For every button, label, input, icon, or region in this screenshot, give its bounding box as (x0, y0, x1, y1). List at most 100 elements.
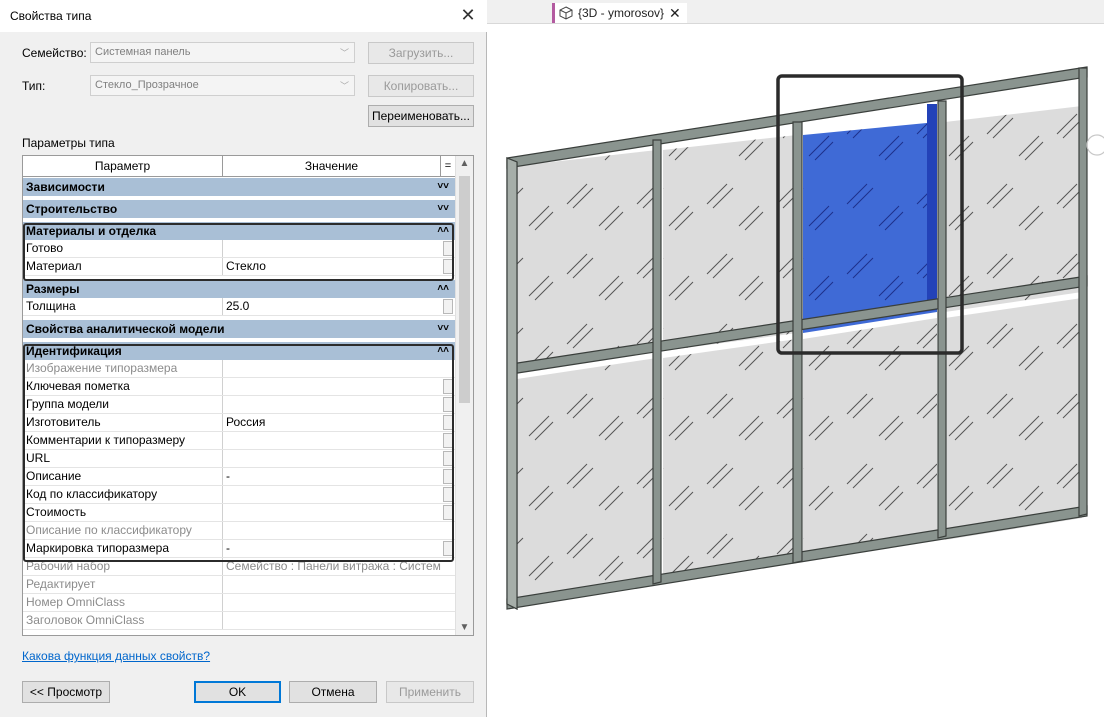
property-value[interactable] (223, 576, 441, 593)
parameter-edit-button[interactable] (443, 259, 453, 274)
property-name: Код по классификатору (23, 486, 223, 503)
property-value[interactable] (223, 450, 441, 467)
property-value[interactable] (223, 486, 441, 503)
property-value[interactable] (223, 360, 441, 377)
collapse-icon[interactable]: ˄˄ (437, 342, 449, 360)
property-value[interactable] (223, 522, 441, 539)
property-row[interactable]: Готово (23, 240, 455, 258)
glass-panel[interactable] (517, 150, 657, 372)
property-value[interactable]: - (223, 468, 441, 485)
view-cube-icon[interactable] (1086, 134, 1104, 156)
parameter-edit-button[interactable] (443, 433, 453, 448)
expand-icon[interactable]: ˅˅ (437, 178, 449, 196)
property-name: Описание (23, 468, 223, 485)
property-row[interactable]: Материал Стекло (23, 258, 455, 276)
group-header[interactable]: Строительство ˅˅ (23, 200, 455, 218)
ok-button[interactable]: OK (194, 681, 281, 703)
group-header[interactable]: Зависимости ˅˅ (23, 178, 455, 196)
close-icon[interactable]: ✕ (457, 5, 479, 27)
column-header-value[interactable]: Значение (223, 156, 441, 177)
scroll-thumb[interactable] (459, 176, 470, 403)
properties-grid: Параметр Значение = Зависимости ˅˅ Строите… (22, 155, 474, 636)
collapse-icon[interactable]: ˄˄ (437, 222, 449, 240)
expand-icon[interactable]: ˅˅ (437, 200, 449, 218)
view-tab-label: {3D - ymorosov} (578, 6, 665, 20)
parameter-edit-button[interactable] (443, 541, 453, 556)
expand-icon[interactable]: ˅˅ (437, 320, 449, 338)
group-label: Строительство (26, 202, 118, 216)
parameter-edit-button[interactable] (443, 487, 453, 502)
parameter-edit-button[interactable] (443, 241, 453, 256)
glass-panel[interactable] (663, 339, 797, 579)
scroll-down-icon[interactable]: ▼ (456, 622, 473, 633)
apply-button[interactable]: Применить (386, 681, 474, 703)
group-header[interactable]: Размеры ˄˄ (23, 280, 455, 298)
parameter-edit-button[interactable] (443, 451, 453, 466)
view-tab-3d[interactable]: {3D - ymorosov} ✕ (552, 3, 687, 23)
property-row[interactable]: Номер OmniClass (23, 594, 455, 612)
load-button[interactable]: Загрузить... (368, 42, 474, 64)
column-header-parameter[interactable]: Параметр (23, 156, 223, 177)
group-header[interactable]: Идентификация ˄˄ (23, 342, 455, 360)
type-value: Стекло_Прозрачное (95, 79, 199, 91)
property-row[interactable]: Заголовок OmniClass (23, 612, 455, 630)
parameter-edit-button[interactable] (443, 469, 453, 484)
property-row[interactable]: Изготовитель Россия (23, 414, 455, 432)
parameter-edit-button[interactable] (443, 505, 453, 520)
3d-viewport[interactable]: {3D - ymorosov} ✕ (487, 0, 1104, 717)
property-value[interactable] (223, 396, 441, 413)
property-row[interactable]: Группа модели (23, 396, 455, 414)
property-row[interactable]: Ключевая пометка (23, 378, 455, 396)
property-row[interactable]: Редактирует (23, 576, 455, 594)
rename-button[interactable]: Переименовать... (368, 105, 474, 127)
parameter-edit-button[interactable] (443, 299, 453, 314)
property-value[interactable]: Семейство : Панели витража : Систем (223, 558, 441, 575)
grid-scrollbar[interactable]: ▲ ▼ (455, 156, 473, 635)
type-select[interactable]: Стекло_Прозрачное ﹀ (90, 75, 355, 96)
glass-panel[interactable] (517, 358, 657, 602)
parameter-edit-button[interactable] (443, 397, 453, 412)
property-value[interactable]: - (223, 540, 441, 557)
group-label: Свойства аналитической модели (26, 322, 225, 336)
property-row[interactable]: URL (23, 450, 455, 468)
property-value[interactable] (223, 612, 441, 629)
close-icon[interactable]: ✕ (669, 6, 681, 20)
help-link[interactable]: Какова функция данных свойств? (22, 649, 210, 663)
cancel-button[interactable]: Отмена (289, 681, 377, 703)
property-name: URL (23, 450, 223, 467)
family-select[interactable]: Системная панель ﹀ (90, 42, 355, 63)
property-row[interactable]: Код по классификатору (23, 486, 455, 504)
property-value[interactable]: Стекло (223, 258, 441, 275)
property-value[interactable] (223, 240, 441, 257)
property-row[interactable]: Описание - (23, 468, 455, 486)
curtain-wall-model[interactable] (487, 24, 1104, 717)
property-name: Номер OmniClass (23, 594, 223, 611)
selected-glass-panel[interactable] (803, 122, 937, 333)
parameter-edit-button[interactable] (443, 379, 453, 394)
property-row[interactable]: Маркировка типоразмера - (23, 540, 455, 558)
property-value[interactable] (223, 594, 441, 611)
chevron-down-icon: ﹀ (339, 81, 349, 91)
property-row[interactable]: Стоимость (23, 504, 455, 522)
parameter-edit-button[interactable] (443, 415, 453, 430)
property-value[interactable] (223, 432, 441, 449)
preview-button[interactable]: << Просмотр (22, 681, 110, 703)
copy-button[interactable]: Копировать... (368, 75, 474, 97)
group-header[interactable]: Свойства аналитической модели ˅˅ (23, 320, 455, 338)
property-row[interactable]: Описание по классификатору (23, 522, 455, 540)
property-row[interactable]: Рабочий набор Семейство : Панели витража … (23, 558, 455, 576)
group-header[interactable]: Материалы и отделка ˄˄ (23, 222, 455, 240)
glass-panel[interactable] (945, 298, 1082, 540)
collapse-icon[interactable]: ˄˄ (437, 280, 449, 298)
property-name: Толщина (23, 298, 223, 315)
property-value[interactable] (223, 378, 441, 395)
dialog-title: Свойства типа (10, 9, 92, 23)
property-row[interactable]: Изображение типоразмера (23, 360, 455, 378)
property-value[interactable] (223, 504, 441, 521)
property-row[interactable]: Комментарии к типоразмеру (23, 432, 455, 450)
scroll-up-icon[interactable]: ▲ (456, 158, 473, 169)
type-label: Тип: (22, 79, 46, 93)
property-value[interactable]: Россия (223, 414, 441, 431)
property-row[interactable]: Толщина 25.0 (23, 298, 455, 316)
property-value[interactable]: 25.0 (223, 298, 441, 315)
